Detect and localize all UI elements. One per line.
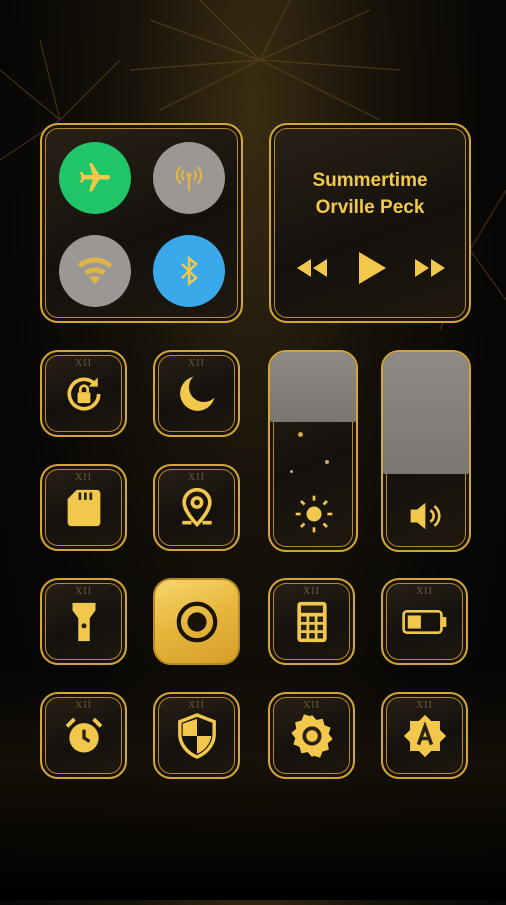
calculator-icon — [296, 601, 327, 642]
rotation-lock-tile[interactable]: XII — [40, 350, 127, 437]
gear-icon — [290, 713, 333, 758]
bluetooth-toggle[interactable] — [153, 235, 225, 307]
alarm-clock-icon — [65, 717, 102, 752]
flashlight-icon — [72, 602, 95, 641]
battery-saver-tile[interactable]: XII — [381, 578, 468, 665]
song-title: Summertime — [312, 170, 428, 191]
sparkle — [290, 470, 293, 473]
music-panel: Summertime Orville Peck — [269, 123, 471, 323]
fast-forward-icon — [415, 259, 445, 277]
auto-brightness-icon — [403, 714, 446, 757]
clock-numeral: XII — [416, 586, 433, 597]
moon-icon — [179, 376, 214, 411]
clock-numeral: XII — [188, 472, 205, 483]
do-not-disturb-tile[interactable]: XII — [153, 350, 240, 437]
volume-icon — [410, 502, 441, 530]
connectivity-panel — [40, 123, 243, 323]
record-icon — [176, 601, 217, 642]
clock-numeral: XII — [75, 358, 92, 369]
shield-icon — [177, 712, 216, 759]
battery-icon — [401, 609, 446, 634]
sparkle — [325, 460, 329, 464]
sparkle — [298, 432, 303, 437]
mobile-hotspot-toggle[interactable] — [153, 142, 225, 214]
clock-numeral: XII — [75, 700, 92, 711]
security-tile[interactable]: XII — [153, 692, 240, 779]
alarm-tile[interactable]: XII — [40, 692, 127, 779]
location-tile[interactable]: XII — [153, 464, 240, 551]
rotate-lock-icon — [67, 377, 100, 410]
song-artist: Orville Peck — [315, 197, 425, 218]
clock-numeral: XII — [416, 700, 433, 711]
clock-numeral: XII — [75, 472, 92, 483]
brightness-slider-track — [270, 352, 356, 422]
sd-card-tile[interactable]: XII — [40, 464, 127, 551]
clock-numeral: XII — [188, 700, 205, 711]
settings-tile[interactable]: XII — [268, 692, 355, 779]
rewind-icon — [297, 259, 327, 277]
volume-slider[interactable] — [381, 350, 471, 552]
volume-slider-track — [383, 352, 469, 474]
previous-track-button[interactable] — [293, 257, 329, 284]
airplane-mode-toggle[interactable] — [59, 142, 131, 214]
hotspot-icon — [175, 165, 203, 191]
clock-numeral: XII — [75, 586, 92, 597]
next-track-button[interactable] — [413, 257, 449, 284]
auto-brightness-tile[interactable]: XII — [381, 692, 468, 779]
play-icon — [359, 252, 386, 284]
bluetooth-icon — [181, 255, 198, 287]
brightness-slider[interactable] — [268, 350, 358, 552]
airplane-icon — [80, 163, 110, 192]
clock-numeral: XII — [188, 358, 205, 369]
clock-numeral: XII — [303, 700, 320, 711]
sd-card-icon — [67, 489, 100, 526]
wifi-toggle[interactable] — [59, 235, 131, 307]
calculator-tile[interactable]: XII — [268, 578, 355, 665]
wifi-icon — [77, 257, 113, 285]
brightness-icon — [295, 495, 333, 533]
clock-numeral: XII — [303, 586, 320, 597]
flashlight-tile[interactable]: XII — [40, 578, 127, 665]
screen-record-tile[interactable] — [153, 578, 240, 665]
location-pin-icon — [181, 487, 212, 527]
play-button[interactable] — [357, 251, 387, 290]
